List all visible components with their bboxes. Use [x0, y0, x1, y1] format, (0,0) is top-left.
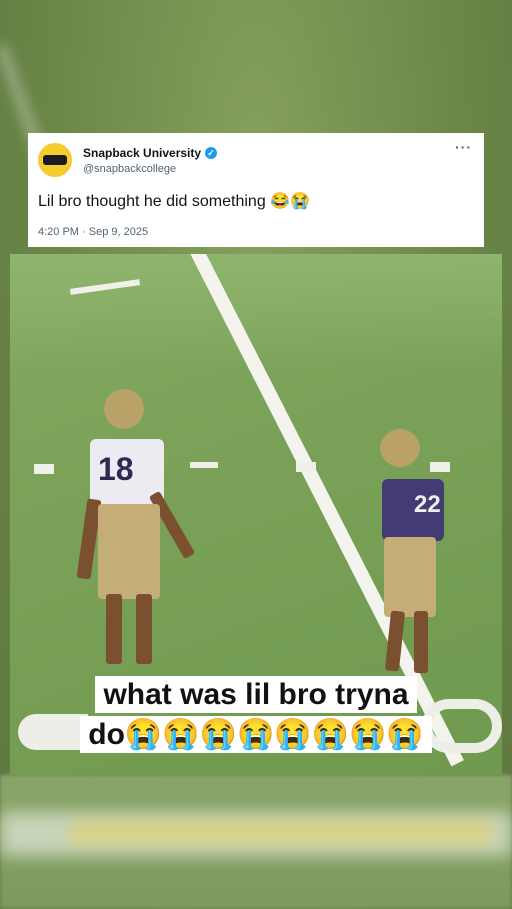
yard-number-right: [422, 699, 502, 753]
player-right-helmet: [380, 429, 420, 467]
user-handle[interactable]: @snapbackcollege: [83, 163, 176, 175]
video-caption: what was lil bro tryna do😭😭😭😭😭😭😭😭: [78, 675, 434, 755]
player-left-helmet: [104, 389, 144, 429]
yard-hash-mark: [34, 464, 54, 474]
tweet-card[interactable]: Snapback University ✓ @snapbackcollege ·…: [28, 133, 484, 247]
display-name[interactable]: Snapback University: [83, 146, 201, 160]
player-left: 18: [76, 389, 196, 679]
verified-badge-icon: ✓: [205, 147, 218, 159]
yard-hash-mark: [190, 462, 218, 468]
player-right: 22: [370, 429, 460, 679]
more-options-icon[interactable]: ···: [455, 139, 472, 155]
player-right-pants: [384, 537, 436, 617]
player-left-number: 18: [98, 451, 134, 487]
player-right-number: 22: [414, 491, 441, 518]
tweet-text: Lil bro thought he did something 😂😭: [38, 193, 310, 210]
tweet-timestamp[interactable]: 4:20 PM · Sep 9, 2025: [38, 226, 148, 238]
blurred-emoji-ghost: [70, 822, 492, 844]
video-caption-text: what was lil bro tryna do😭😭😭😭😭😭😭😭: [80, 676, 432, 753]
yard-hash-mark: [296, 462, 316, 472]
player-right-leg: [414, 611, 428, 673]
avatar[interactable]: [38, 143, 72, 177]
snapback-logo-icon: [43, 155, 67, 165]
player-left-leg: [136, 594, 152, 664]
player-left-pants: [98, 504, 160, 599]
player-left-leg: [106, 594, 122, 664]
tweet-author-row: Snapback University ✓: [83, 146, 218, 160]
player-right-leg: [384, 610, 406, 672]
